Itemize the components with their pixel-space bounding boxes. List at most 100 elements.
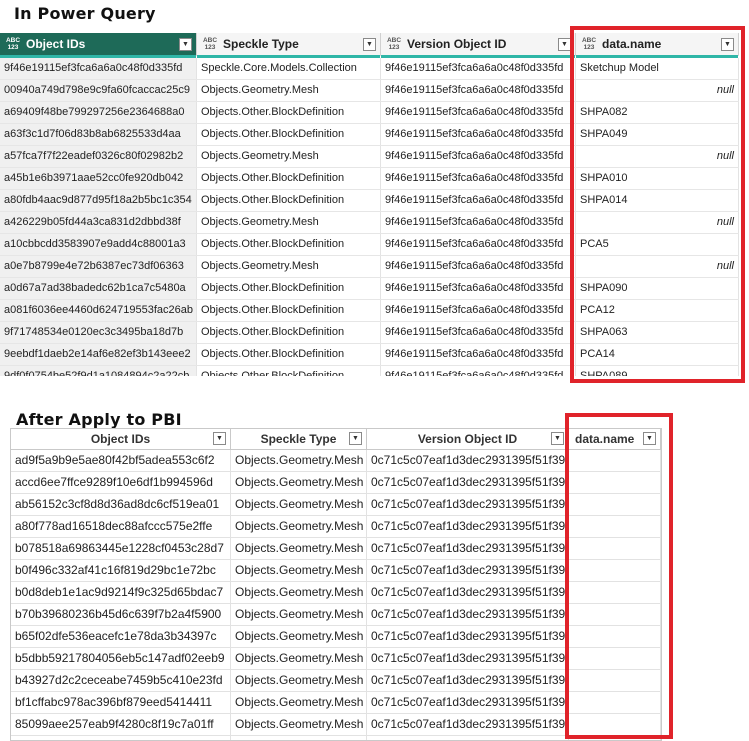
table-cell[interactable] <box>569 472 661 493</box>
table-cell[interactable] <box>569 450 661 471</box>
table-cell[interactable]: 9f46e19115ef3fca6a6a0c48f0d335fd <box>381 278 576 299</box>
table-cell[interactable]: 9f46e19115ef3fca6a6a0c48f0d335fd <box>381 190 576 211</box>
table-cell[interactable]: 9f46e19115ef3fca6a6a0c48f0d335fd <box>381 322 576 343</box>
table-cell[interactable]: 0c71c5c07eaf1d3dec2931395f51f39e <box>367 626 569 647</box>
table-cell[interactable]: 0c71c5c07eaf1d3dec2931395f51f39e <box>367 692 569 713</box>
table-cell[interactable]: 9f46e19115ef3fca6a6a0c48f0d335fd <box>381 366 576 376</box>
table-cell[interactable]: a45b1e6b3971aae52cc0fe920db042 <box>0 168 197 189</box>
chevron-down-icon[interactable]: ▼ <box>643 432 656 445</box>
table-cell[interactable] <box>569 714 661 735</box>
table-cell[interactable]: Objects.Geometry.Mesh <box>231 648 367 669</box>
table-cell[interactable]: Objects.Other.BlockDefinition <box>197 168 381 189</box>
any-type-icon[interactable]: ABC 123 <box>4 37 22 51</box>
table-cell[interactable]: a57fca7f7f22eadef0326c80f02982b2 <box>0 146 197 167</box>
table-cell[interactable]: 9f46e19115ef3fca6a6a0c48f0d335fd <box>381 234 576 255</box>
table-cell[interactable] <box>569 582 661 603</box>
pq-column-header[interactable]: ABC 123 data.name ▼ <box>576 33 739 55</box>
table-cell[interactable]: Objects.Other.BlockDefinition <box>197 102 381 123</box>
table-row[interactable]: a426229b05fd44a3ca831d2dbbd38f Objects.Ge… <box>0 212 739 234</box>
table-cell[interactable]: 0c71c5c07eaf1d3dec2931395f51f39e <box>367 648 569 669</box>
table-cell[interactable]: 9f46e19115ef3fca6a6a0c48f0d335fd <box>381 102 576 123</box>
table-cell[interactable]: 0c71c5c07eaf1d3dec2931395f51f39e <box>367 538 569 559</box>
table-row[interactable]: b0f496c332af41c16f819d29bc1e72bc Objects.… <box>11 560 661 582</box>
table-cell[interactable]: Objects.Geometry.Mesh <box>231 714 367 735</box>
table-row[interactable]: a0e7b8799e4e72b6387ec73df06363 Objects.Ge… <box>0 256 739 278</box>
table-cell[interactable] <box>569 692 661 713</box>
any-type-icon[interactable]: ABC 123 <box>385 37 403 51</box>
table-cell[interactable]: Objects.Other.BlockDefinition <box>197 366 381 376</box>
table-cell[interactable]: PCA5 <box>576 234 739 255</box>
table-cell[interactable]: SHPA063 <box>576 322 739 343</box>
table-cell[interactable]: Objects.Geometry.Mesh <box>231 582 367 603</box>
table-cell[interactable] <box>569 626 661 647</box>
table-cell[interactable]: Objects.Other.BlockDefinition <box>197 190 381 211</box>
table-cell[interactable]: b65f02dfe536eacefc1e78da3b34397c <box>11 626 231 647</box>
table-cell[interactable]: 0c71c5c07eaf1d3dec2931395f51f39e <box>367 450 569 471</box>
table-cell[interactable]: 9f46e19115ef3fca6a6a0c48f0d335fd <box>381 58 576 79</box>
table-row[interactable]: b65f02dfe536eacefc1e78da3b34397c Objects.… <box>11 626 661 648</box>
table-cell[interactable]: Objects.Geometry.Mesh <box>197 80 381 101</box>
table-cell[interactable]: 9f46e19115ef3fca6a6a0c48f0d335fd <box>381 212 576 233</box>
table-row[interactable]: b5dbb59217804056eb5c147adf02eeb9 Objects.… <box>11 648 661 670</box>
table-cell[interactable]: SHPA082 <box>576 102 739 123</box>
table-cell[interactable]: 9f46e19115ef3fca6a6a0c48f0d335fd <box>381 168 576 189</box>
table-cell[interactable]: Objects.Other.BlockDefinition <box>197 300 381 321</box>
table-cell[interactable]: a63f3c1d7f06d83b8ab6825533d4aa <box>0 124 197 145</box>
table-row[interactable]: a80f778ad16518dec88afccc575e2ffe Objects.… <box>11 516 661 538</box>
table-row[interactable]: 9df0f0754be52f9d1a1084894c2a22cb Objects.… <box>0 366 739 376</box>
table-cell[interactable] <box>569 538 661 559</box>
table-row[interactable]: a10cbbcdd3583907e9add4c88001a3 Objects.Ot… <box>0 234 739 256</box>
table-cell[interactable]: 9f46e19115ef3fca6a6a0c48f0d335fd <box>381 80 576 101</box>
table-cell[interactable]: Objects.Other.BlockDefinition <box>197 278 381 299</box>
table-cell[interactable]: 0c71c5c07eaf1d3dec2931395f51f39e <box>367 516 569 537</box>
table-cell[interactable]: 9f46e19115ef3fca6a6a0c48f0d335fd <box>381 256 576 277</box>
table-cell[interactable]: a0d67a7ad38badedc62b1ca7c5480a <box>0 278 197 299</box>
table-cell[interactable] <box>569 670 661 691</box>
table-row[interactable]: a57fca7f7f22eadef0326c80f02982b2 Objects.… <box>0 146 739 168</box>
table-cell[interactable]: Objects.Geometry.Mesh <box>231 450 367 471</box>
table-cell[interactable]: a0e7b8799e4e72b6387ec73df06363 <box>0 256 197 277</box>
table-row[interactable]: a63f3c1d7f06d83b8ab6825533d4aa Objects.Ot… <box>0 124 739 146</box>
chevron-down-icon[interactable]: ▼ <box>179 37 192 51</box>
table-cell[interactable]: a80f778ad16518dec88afccc575e2ffe <box>11 516 231 537</box>
table-cell[interactable]: 9f46e19115ef3fca6a6a0c48f0d335fd <box>381 300 576 321</box>
table-cell[interactable]: a80fdb4aac9d877d95f18a2b5bc1c354 <box>0 190 197 211</box>
table-cell[interactable]: SHPA089 <box>576 366 739 376</box>
table-cell[interactable]: Objects.Other.BlockDefinition <box>197 322 381 343</box>
table-row[interactable]: a081f6036ee4460d624719553fac26ab Objects.… <box>0 300 739 322</box>
table-cell[interactable]: 00940a749d798e9c9fa60fcaccac25c9 <box>0 80 197 101</box>
table-cell[interactable]: SHPA010 <box>576 168 739 189</box>
table-cell[interactable]: Objects.Other.BlockDefinition <box>197 124 381 145</box>
chevron-down-icon[interactable]: ▼ <box>349 432 362 445</box>
table-row[interactable]: b0d8deb1e1ac9d9214f9c325d65bdac7 Objects.… <box>11 582 661 604</box>
table-cell[interactable]: 0c71c5c07eaf1d3dec2931395f51f39e <box>367 670 569 691</box>
table-cell[interactable]: 9f46e19115ef3fca6a6a0c48f0d335fd <box>381 344 576 365</box>
table-cell[interactable]: SHPA049 <box>576 124 739 145</box>
table-row[interactable]: accd6ee7ffce9289f10e6df1b994596d Objects.… <box>11 472 661 494</box>
table-cell[interactable]: 9df0f0754be52f9d1a1084894c2a22cb <box>0 366 197 376</box>
table-cell[interactable]: 9f46e19115ef3fca6a6a0c48f0d335fd <box>381 124 576 145</box>
table-row[interactable]: a45b1e6b3971aae52cc0fe920db042 Objects.Ot… <box>0 168 739 190</box>
any-type-icon[interactable]: ABC 123 <box>201 37 219 51</box>
table-cell[interactable]: 9eebdf1daeb2e14af6e82ef3b143eee2 <box>0 344 197 365</box>
chevron-down-icon[interactable]: ▼ <box>213 432 226 445</box>
table-cell[interactable] <box>569 516 661 537</box>
table-cell[interactable]: 85099aee257eab9f4280c8f19c7a01ff <box>11 714 231 735</box>
table-row[interactable]: 9eebdf1daeb2e14af6e82ef3b143eee2 Objects.… <box>0 344 739 366</box>
table-cell[interactable]: b5dbb59217804056eb5c147adf02eeb9 <box>11 648 231 669</box>
table-row[interactable]: 9f46e19115ef3fca6a6a0c48f0d335fd Speckle.… <box>0 58 739 80</box>
table-cell[interactable]: Objects.Geometry.Mesh <box>231 692 367 713</box>
table-cell[interactable]: 0c71c5c07eaf1d3dec2931395f51f39e <box>367 472 569 493</box>
table-cell[interactable]: 0c71c5c07eaf1d3dec2931395f51f39e <box>367 582 569 603</box>
table-row[interactable]: a69409f48be799297256e2364688a0 Objects.Ot… <box>0 102 739 124</box>
table-cell[interactable]: Sketchup Model <box>576 58 739 79</box>
table-cell[interactable]: Objects.Geometry.Mesh <box>231 538 367 559</box>
table-cell[interactable]: 0c71c5c07eaf1d3dec2931395f51f39e <box>367 560 569 581</box>
any-type-icon[interactable]: ABC 123 <box>580 37 598 51</box>
table-cell[interactable]: 9f71748534e0120ec3c3495ba18d7b <box>0 322 197 343</box>
table-cell[interactable]: null <box>576 146 739 167</box>
table-row[interactable]: 00940a749d798e9c9fa60fcaccac25c9 Objects.… <box>0 80 739 102</box>
table-cell[interactable]: ad9f5a9b9e5ae80f42bf5adea553c6f2 <box>11 450 231 471</box>
pq-column-header[interactable]: ABC 123 Object IDs ▼ <box>0 33 197 55</box>
table-cell[interactable]: Objects.Geometry.Mesh <box>231 472 367 493</box>
